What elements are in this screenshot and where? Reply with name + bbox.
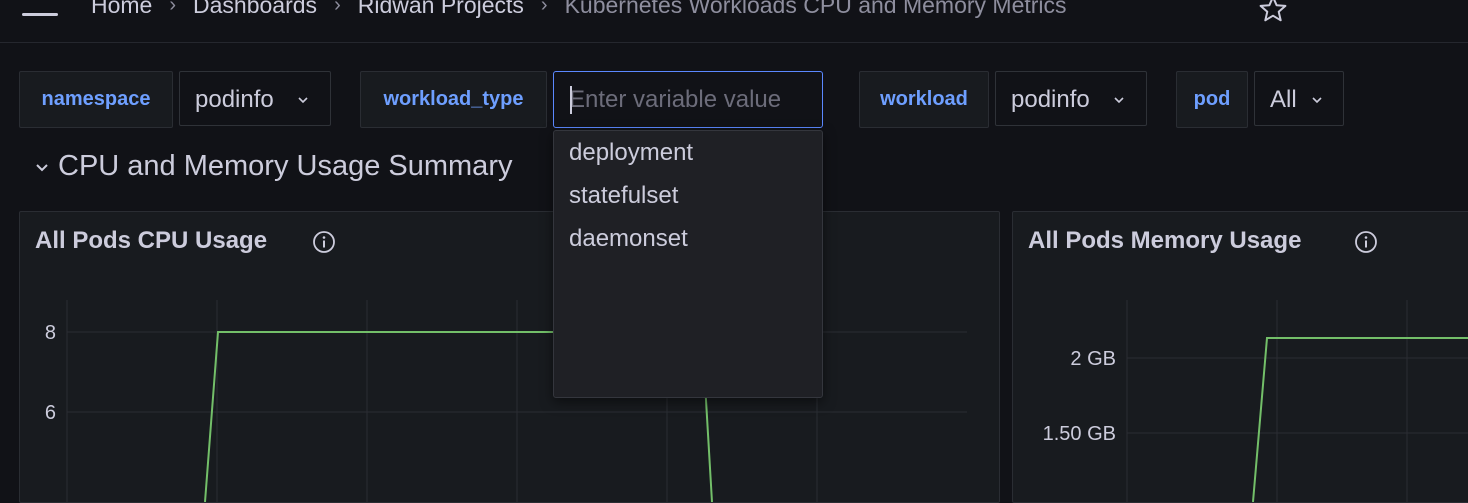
chevron-down-icon [36, 163, 48, 171]
dropdown-option-daemonset[interactable]: daemonset [569, 225, 688, 253]
y-tick-label: 2 GB [1070, 348, 1116, 370]
top-nav-bar: Home › Dashboards › Ridwan Projects › Ku… [0, 0, 1468, 43]
pod-select[interactable]: All [1254, 71, 1344, 126]
y-tick-label: 8 [45, 322, 56, 344]
variable-label-workload-type: workload_type [360, 71, 547, 128]
variable-label-pod: pod [1176, 71, 1248, 128]
namespace-select-value: podinfo [195, 86, 274, 113]
namespace-select[interactable]: podinfo [179, 71, 331, 126]
panel-cpu-usage: 8 6 All Pods CPU Usage [19, 211, 1000, 503]
variables-bar: namespace podinfo workload_type Enter va… [0, 71, 1468, 128]
breadcrumb-dashboards[interactable]: Dashboards [193, 0, 317, 19]
panel-title: All Pods Memory Usage [1028, 227, 1302, 254]
row-header-cpu-memory[interactable]: CPU and Memory Usage Summary [34, 150, 512, 183]
workload-select[interactable]: podinfo [995, 71, 1147, 126]
breadcrumb-separator-icon: › [169, 0, 177, 16]
dropdown-option-deployment[interactable]: deployment [569, 139, 693, 167]
workload-type-dropdown: deployment statefulset daemonset [553, 130, 823, 398]
workload-select-value: podinfo [1011, 86, 1090, 113]
dropdown-option-statefulset[interactable]: statefulset [569, 182, 678, 210]
pod-select-value: All [1270, 86, 1297, 113]
cpu-usage-graph: 8 6 [45, 300, 967, 502]
workload-type-input[interactable]: Enter variable value [553, 71, 823, 128]
y-tick-label: 6 [45, 402, 56, 424]
info-icon[interactable] [312, 230, 336, 254]
panel-title: All Pods CPU Usage [35, 227, 268, 254]
breadcrumb-separator-icon: › [540, 0, 548, 16]
row-title: CPU and Memory Usage Summary [58, 150, 513, 182]
workload-type-placeholder: Enter variable value [569, 86, 782, 113]
panel-memory-usage: 2 GB 1.50 GB All Pods Memory Usage [1012, 211, 1468, 503]
info-icon[interactable] [1354, 230, 1378, 254]
y-tick-label: 1.50 GB [1043, 423, 1116, 445]
breadcrumb-home[interactable]: Home [91, 0, 152, 19]
variable-label-workload: workload [859, 71, 989, 128]
variable-label-namespace: namespace [19, 71, 173, 128]
breadcrumb-dashboard-title: Kubernetes Workloads CPU and Memory Metr… [564, 0, 1067, 18]
text-cursor [570, 86, 572, 114]
breadcrumb-separator-icon: › [334, 0, 341, 16]
memory-usage-graph: 2 GB 1.50 GB [1043, 300, 1468, 502]
star-icon[interactable] [1258, 0, 1288, 24]
breadcrumb: Home › Dashboards › Ridwan Projects › Ku… [91, 0, 1067, 19]
chevron-down-icon [1312, 97, 1322, 104]
chevron-down-icon [298, 97, 308, 104]
breadcrumb-folder[interactable]: Ridwan Projects [358, 0, 524, 19]
chevron-down-icon [1114, 97, 1124, 104]
menu-icon[interactable] [22, 0, 60, 24]
series-line [1252, 337, 1468, 502]
